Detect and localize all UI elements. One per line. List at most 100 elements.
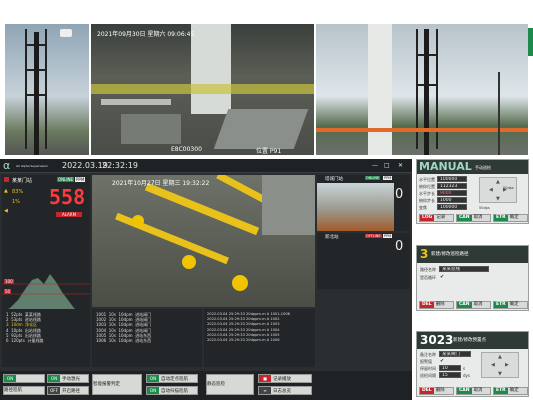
alert-icon: ▲	[4, 188, 8, 194]
path-title-bar: 3 新建/修改巡检路径	[417, 246, 528, 263]
path-loop-label: 是否循环	[420, 275, 436, 280]
path-title: 新建/修改巡检路径	[431, 252, 469, 257]
preset-row-label: 停留时间	[420, 366, 436, 371]
header-date: 2022.03.19	[62, 161, 108, 170]
arrow-right-icon[interactable]: ▶	[505, 362, 509, 368]
center-video-feed[interactable]: 2021年10月27日 星期三 19:32:22	[92, 175, 315, 307]
smart-alarm-button[interactable]: 智能报警判定	[92, 374, 142, 395]
preset-interval-unit: dys	[463, 373, 470, 378]
camera-2-label: 位置 P91	[256, 148, 282, 155]
delete-button[interactable]: DEL 删除	[419, 387, 454, 395]
manual-row-label: 俯仰步长	[419, 198, 435, 203]
preset-row-label: 巡检间隔	[420, 373, 436, 378]
cancel-button[interactable]: CAN 取消	[456, 387, 491, 395]
app-logo: α	[3, 159, 11, 172]
auto-preset-button[interactable]: ON 自动定点巡航	[146, 374, 198, 383]
manual-title-bar: MANUAL 手动巡检	[417, 160, 528, 174]
log-overview-button[interactable]: ≡ 日志总览	[258, 386, 312, 395]
title-bar: α AC Alpha Supervision 2022.03.19 22:32:…	[0, 159, 412, 173]
manual-v-position[interactable]: 112323	[437, 183, 467, 189]
feed-2-ppm: PPM	[383, 234, 393, 238]
cancel-button[interactable]: CAN 取消	[456, 214, 491, 222]
app-logo-sub: AC Alpha Supervision	[16, 164, 49, 168]
preset-dwell-input[interactable]: 10	[439, 365, 461, 371]
camera-2-timestamp: 2021年09月30日 星期六 09:06:45	[97, 31, 195, 38]
preset-direction-pad[interactable]: ▲ ▼ ◀ ▶	[481, 352, 519, 378]
point-list: 1 52pts 某某线路 2 53pts 进站线路 3 10dm 净化区 4 1…	[2, 309, 90, 367]
confirm-button[interactable]: ETR 确定	[493, 214, 528, 222]
log-button[interactable]: LOG 记录	[419, 214, 454, 222]
feed-1-ppm: PPM	[383, 176, 393, 180]
feed-card-2[interactable]: 新北站 OFFLINE PPM 0	[317, 233, 410, 289]
path-number: 3	[420, 247, 429, 261]
arrow-up-icon[interactable]: ▲	[496, 179, 500, 185]
arrow-down-icon[interactable]: ▼	[498, 371, 502, 377]
feed-2-name: 新北站	[325, 235, 339, 240]
preset-row-label: 备注名称	[420, 352, 436, 357]
open-route-button[interactable]: OFF 开启路径	[47, 386, 89, 395]
manual-h-step[interactable]: 9000	[437, 190, 467, 196]
path-name-input[interactable]: 某某巡线	[439, 266, 489, 272]
level-value: 558	[49, 185, 86, 209]
preset-list: 1001 10s 10dpm 进站阀门 1002 10s 10dpm 进站阀门 …	[92, 309, 202, 367]
feed-2-online: OFFLINE	[365, 234, 382, 238]
arrow-left-icon[interactable]: ◀	[489, 187, 493, 193]
manual-v-step[interactable]: 1000	[437, 197, 467, 203]
manual-title: MANUAL	[419, 160, 472, 173]
volume-icon: ◀	[4, 208, 8, 214]
close-button[interactable]: ✕	[398, 162, 403, 169]
bottom-toolbar: ON ON 手动激光 路径巡航 OFF 开启路径 智能报警判定 ON 自动定点巡航 O…	[0, 371, 412, 400]
header-time: 22:32:19	[102, 161, 138, 170]
preset-name-input[interactable]: 某某阀门	[439, 351, 471, 357]
arrow-up-icon[interactable]: ▲	[498, 354, 502, 360]
confirm-button[interactable]: ETR 确定	[493, 387, 528, 395]
toggle-on-1[interactable]: ON	[3, 374, 45, 383]
preset-row-label: 报警值	[420, 359, 432, 364]
alarm-log: 2022.03.04 25:29:33 20dppm.m A 1001-1006…	[204, 309, 315, 367]
preset-title-bar: 3023 新建/修改预置点	[417, 332, 528, 349]
minimize-button[interactable]: —	[372, 162, 378, 169]
cancel-button[interactable]: CAN 取消	[456, 301, 491, 309]
station-panel: 某某门站 ONLINE PPM 558 ALARM 83% 1% ▲ ◀ 100…	[2, 175, 90, 325]
confirm-button[interactable]: ETR 确定	[493, 301, 528, 309]
static-inspect-button[interactable]: 静态巡检	[206, 374, 254, 395]
arrow-left-icon[interactable]: ◀	[491, 362, 495, 368]
center-video-timestamp: 2021年10月27日 星期三 19:32:22	[112, 180, 210, 187]
feed-card-1[interactable]: 塔城门站 ONLINE PPM 0	[317, 175, 410, 231]
preset-title: 新建/修改预置点	[453, 338, 487, 343]
path-loop-checkbox[interactable]: ✔	[440, 274, 444, 280]
speed-label-1: 50dps	[503, 186, 514, 190]
preset-interval-input[interactable]: 15	[439, 372, 461, 378]
camera-photo-2: 2021年09月30日 星期六 09:06:45 E8C00300 位置 P91	[91, 24, 314, 155]
manual-zoom[interactable]: 100000	[437, 204, 467, 210]
maximize-button[interactable]: □	[384, 162, 390, 169]
preset-panel: 3023 新建/修改预置点 备注名称 某某阀门 报警值 ✔ 停留时间 10 s …	[416, 331, 529, 397]
camera-2-code: E8C00300	[171, 146, 202, 153]
preset-number: 3023	[420, 333, 454, 347]
ptz-direction-pad[interactable]: ▲ ▼ ◀ ▶	[479, 177, 517, 203]
auto-scan-button[interactable]: ON 自动扫描巡航	[146, 386, 198, 395]
list-item[interactable]: 1006 10s 10dpm 进站东西	[96, 338, 151, 343]
laser-button[interactable]: ON 手动激光	[47, 374, 89, 383]
delete-button[interactable]: DEL 删除	[419, 301, 454, 309]
list-item[interactable]: 6 120pts 计量线路	[6, 338, 43, 343]
preset-alarm-checkbox[interactable]: ✔	[440, 358, 444, 364]
log-row[interactable]: 2022.03.04 25:29:33 20dppm.m A 1006	[207, 338, 290, 343]
manual-subtitle: 手动巡检	[475, 165, 491, 170]
preset-dwell-unit: s	[463, 366, 466, 371]
edge-marker	[528, 28, 533, 56]
path-panel: 3 新建/修改巡检路径 路径名称 某某巡线 是否循环 ✔ DEL 删除 CAN 取消…	[416, 245, 529, 311]
record-play-button[interactable]: ■ 记录播放	[258, 374, 312, 383]
arrow-down-icon[interactable]: ▼	[496, 196, 500, 202]
manual-row-label: 俯仰位置	[419, 184, 435, 189]
station-name: 某某门站	[12, 178, 33, 184]
route-button[interactable]: 路径巡航	[3, 386, 45, 395]
indicator-1: 83%	[12, 189, 24, 195]
indicator-2: 1%	[12, 199, 20, 205]
speed-label-2: 50dps	[479, 206, 490, 210]
camera-photo-1	[5, 24, 89, 155]
feed-2-value: 0	[395, 239, 404, 254]
manual-h-position[interactable]: 100000	[437, 176, 467, 182]
main-window: α AC Alpha Supervision 2022.03.19 22:32:…	[0, 159, 412, 400]
manual-panel: MANUAL 手动巡检 水平位置 100000 俯仰位置 112323 水平步长…	[416, 159, 529, 224]
